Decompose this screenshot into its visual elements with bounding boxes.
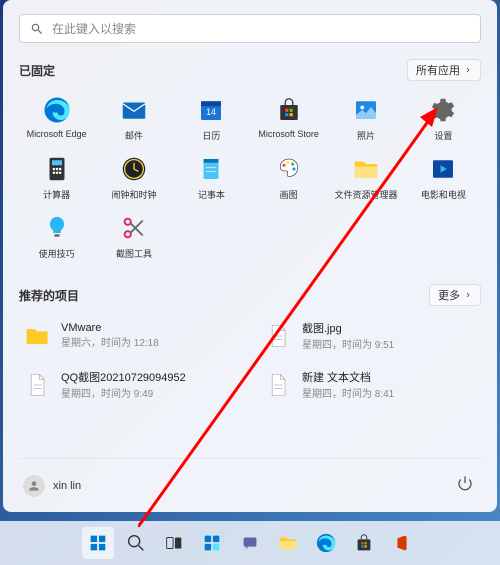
store-icon <box>274 95 304 125</box>
rec-name: VMware <box>61 322 159 334</box>
taskbar-office[interactable] <box>386 527 418 559</box>
rec-time: 星期四，时间为 8:41 <box>302 385 394 400</box>
taskbar-explorer[interactable] <box>272 527 304 559</box>
app-tile-calendar[interactable]: 14 日历 <box>174 91 249 146</box>
pinned-grid: Microsoft Edge 邮件 14 日历 Microsoft Store 照片 设置计… <box>19 91 481 264</box>
rec-name: 新建 文本文档 <box>302 369 394 385</box>
rec-time: 星期四，时间为 9:51 <box>302 336 394 351</box>
pinned-title: 已固定 <box>19 62 55 79</box>
app-tile-clock[interactable]: 闹钟和时钟 <box>96 150 171 205</box>
search-icon <box>125 532 147 554</box>
recommended-item[interactable]: VMware星期六，时间为 12:18 <box>19 316 240 355</box>
chevron-right-icon <box>464 66 472 74</box>
office-icon <box>391 532 413 554</box>
all-apps-button[interactable]: 所有应用 <box>407 59 481 81</box>
taskbar <box>0 521 500 565</box>
recommended-item[interactable]: QQ截图20210729094952星期四，时间为 9:49 <box>19 365 240 404</box>
app-tile-settings[interactable]: 设置 <box>406 91 481 146</box>
taskbar-store[interactable] <box>348 527 380 559</box>
recommended-item[interactable]: 新建 文本文档星期四，时间为 8:41 <box>260 365 481 404</box>
store-icon <box>353 532 375 554</box>
explorer-icon <box>277 532 299 554</box>
calculator-icon <box>42 154 72 184</box>
app-label: Microsoft Store <box>258 129 319 139</box>
edge-icon <box>42 95 72 125</box>
app-label: 邮件 <box>125 129 143 142</box>
app-label: 文件资源管理器 <box>334 188 397 201</box>
app-tile-paint[interactable]: 画图 <box>251 150 326 205</box>
photos-icon <box>351 95 381 125</box>
file-icon <box>264 371 292 399</box>
rec-time: 星期四，时间为 9:49 <box>61 385 186 400</box>
snip-icon <box>119 213 149 243</box>
start-footer: xin lin <box>19 458 481 500</box>
rec-name: 截图.jpg <box>302 320 394 336</box>
user-avatar-icon <box>23 475 45 497</box>
app-tile-calculator[interactable]: 计算器 <box>19 150 94 205</box>
app-tile-explorer[interactable]: 文件资源管理器 <box>328 150 403 205</box>
search-placeholder: 在此键入以搜索 <box>52 20 136 37</box>
taskbar-start[interactable] <box>82 527 114 559</box>
app-tile-mail[interactable]: 邮件 <box>96 91 171 146</box>
file-icon <box>23 371 51 399</box>
rec-name: QQ截图20210729094952 <box>61 369 186 385</box>
recommended-section: 推荐的项目 更多 VMware星期六，时间为 12:18截图.jpg星期四，时间… <box>19 284 481 458</box>
recommended-item[interactable]: 截图.jpg星期四，时间为 9:51 <box>260 316 481 355</box>
folder-icon <box>23 322 51 350</box>
mail-icon <box>119 95 149 125</box>
app-label: Microsoft Edge <box>27 129 87 139</box>
app-label: 计算器 <box>43 188 70 201</box>
app-label: 记事本 <box>198 188 225 201</box>
app-tile-edge[interactable]: Microsoft Edge <box>19 91 94 146</box>
more-button[interactable]: 更多 <box>429 284 481 306</box>
taskview-icon <box>163 532 185 554</box>
file-icon <box>264 322 292 350</box>
explorer-icon <box>351 154 381 184</box>
calendar-icon: 14 <box>196 95 226 125</box>
clock-icon <box>119 154 149 184</box>
app-label: 照片 <box>357 129 375 142</box>
recommended-header: 推荐的项目 更多 <box>19 284 481 306</box>
taskbar-search[interactable] <box>120 527 152 559</box>
start-menu: 在此键入以搜索 已固定 所有应用 Microsoft Edge邮件14日历Mic… <box>3 0 497 512</box>
app-label: 电影和电视 <box>421 188 466 201</box>
app-tile-photos[interactable]: 照片 <box>328 91 403 146</box>
app-label: 设置 <box>434 129 452 142</box>
app-tile-store[interactable]: Microsoft Store <box>251 91 326 146</box>
power-icon <box>457 475 473 491</box>
taskbar-taskview[interactable] <box>158 527 190 559</box>
chevron-right-icon <box>464 291 472 299</box>
taskbar-edge[interactable] <box>310 527 342 559</box>
search-bar[interactable]: 在此键入以搜索 <box>19 14 481 43</box>
edge-icon <box>315 532 337 554</box>
app-label: 日历 <box>202 129 220 142</box>
svg-text:14: 14 <box>206 107 216 117</box>
chat-icon <box>239 532 261 554</box>
app-label: 使用技巧 <box>39 247 75 260</box>
app-label: 闹钟和时钟 <box>111 188 156 201</box>
user-button[interactable]: xin lin <box>23 475 81 497</box>
taskbar-widgets[interactable] <box>196 527 228 559</box>
search-icon <box>30 22 44 36</box>
app-tile-movies[interactable]: 电影和电视 <box>406 150 481 205</box>
app-label: 截图工具 <box>116 247 152 260</box>
user-name: xin lin <box>53 480 81 492</box>
app-tile-notepad[interactable]: 记事本 <box>174 150 249 205</box>
app-tile-tips[interactable]: 使用技巧 <box>19 209 94 264</box>
taskbar-chat[interactable] <box>234 527 266 559</box>
settings-icon <box>428 95 458 125</box>
power-button[interactable] <box>453 471 477 500</box>
notepad-icon <box>196 154 226 184</box>
app-tile-snip[interactable]: 截图工具 <box>96 209 171 264</box>
recommended-title: 推荐的项目 <box>19 287 79 304</box>
widgets-icon <box>201 532 223 554</box>
movies-icon <box>428 154 458 184</box>
tips-icon <box>42 213 72 243</box>
rec-time: 星期六，时间为 12:18 <box>61 334 159 349</box>
recommended-grid: VMware星期六，时间为 12:18 截图.jpg星期四，时间为 9:51 QQ截… <box>19 316 481 404</box>
app-label: 画图 <box>280 188 298 201</box>
pinned-header: 已固定 所有应用 <box>19 59 481 81</box>
start-icon <box>87 532 109 554</box>
paint-icon <box>274 154 304 184</box>
